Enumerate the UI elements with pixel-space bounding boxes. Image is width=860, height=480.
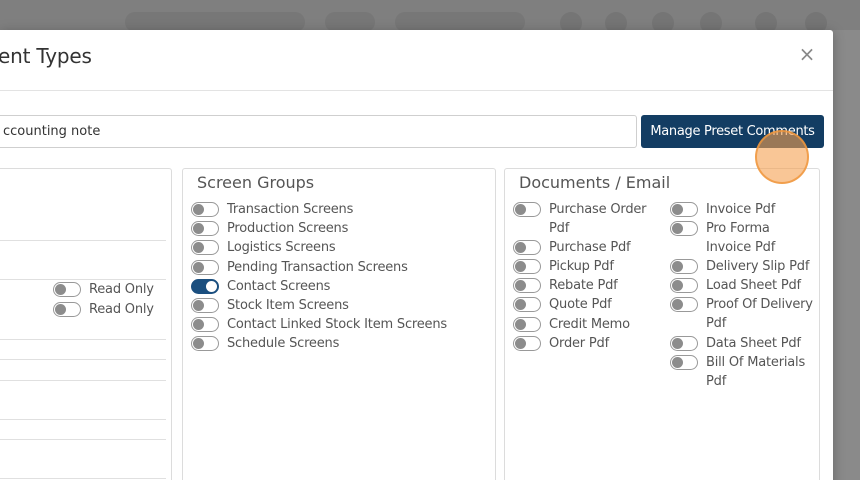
divider — [0, 359, 166, 360]
toggle-label: Load Sheet Pdf — [706, 278, 801, 293]
document-item-row[interactable]: Bill Of Materials Pdf — [670, 353, 815, 391]
document-item-row[interactable]: Delivery Slip Pdf — [670, 257, 815, 276]
click-indicator — [755, 130, 809, 184]
document-item-row[interactable]: Pro Forma Invoice Pdf — [670, 219, 815, 257]
toggle-label: Purchase Pdf — [549, 240, 631, 255]
toggle-label: Schedule Screens — [227, 336, 340, 352]
comment-types-dialog: ent Types × Manage Preset Comments Read … — [0, 30, 833, 480]
screen-group-item-row[interactable]: Logistics Screens — [191, 238, 336, 257]
document-item-row[interactable]: Load Sheet Pdf — [670, 276, 815, 295]
document-item-row[interactable]: Pickup Pdf — [513, 257, 663, 276]
document-item-row[interactable]: Order Pdf — [513, 334, 663, 353]
background-app-bar — [0, 0, 860, 34]
screen-group-item-toggle[interactable] — [191, 278, 219, 294]
read-only-toggle-row[interactable]: Read Only — [53, 300, 154, 319]
document-item-row[interactable]: Data Sheet Pdf — [670, 334, 815, 353]
background-nav-item — [395, 12, 525, 32]
toggle-label: Contact Linked Stock Item Screens — [227, 317, 447, 333]
document-item-toggle[interactable] — [670, 278, 698, 293]
divider — [0, 419, 166, 420]
panel-title: Screen Groups — [197, 173, 315, 192]
document-item-toggle[interactable] — [670, 202, 698, 217]
close-icon[interactable]: × — [795, 42, 819, 66]
screen-group-item-toggle[interactable] — [191, 259, 219, 275]
screen-group-item-toggle[interactable] — [191, 298, 219, 313]
toggle-label: Credit Memo — [549, 317, 630, 332]
toggle-label: Bill Of Materials Pdf — [706, 355, 806, 389]
toggle-label: Quote Pdf — [549, 297, 612, 312]
toggle-label: Order Pdf — [549, 336, 609, 351]
screen-group-item-row[interactable]: Production Screens — [191, 219, 348, 238]
background-nav-item — [125, 12, 305, 32]
document-item-toggle[interactable] — [513, 240, 541, 255]
document-item-row[interactable]: Invoice Pdf — [670, 200, 815, 219]
screen-group-item-toggle[interactable] — [191, 221, 219, 237]
comment-type-name-input[interactable] — [0, 115, 637, 148]
toggle-label: Transaction Screens — [227, 202, 354, 217]
toggle-label: Logistics Screens — [227, 240, 336, 256]
read-only-toggle[interactable] — [53, 282, 81, 297]
panel-title: Documents / Email — [519, 173, 671, 192]
read-only-toggle[interactable] — [53, 302, 81, 317]
toggle-label: Rebate Pdf — [549, 278, 618, 293]
read-only-toggle-row[interactable]: Read Only — [53, 280, 154, 299]
documents-email-panel: Documents / Email Purchase Order Pdf Purc… — [504, 168, 820, 480]
toggle-label: Invoice Pdf — [706, 202, 776, 217]
screen-group-item-row[interactable]: Pending Transaction Screens — [191, 258, 408, 277]
toggle-label: Read Only — [89, 282, 154, 297]
document-item-toggle[interactable] — [513, 259, 541, 274]
toggle-label: Proof Of Delivery Pdf — [706, 297, 813, 331]
document-item-toggle[interactable] — [513, 278, 541, 293]
document-item-row[interactable]: Quote Pdf — [513, 295, 663, 314]
document-item-toggle[interactable] — [513, 336, 541, 351]
screen-group-item-row[interactable]: Contact Linked Stock Item Screens — [191, 315, 447, 334]
toggle-label: Pickup Pdf — [549, 259, 614, 274]
screen-group-item-toggle[interactable] — [191, 317, 219, 333]
divider — [0, 240, 166, 241]
divider — [0, 478, 166, 479]
document-item-toggle[interactable] — [670, 336, 698, 351]
divider — [0, 439, 166, 440]
divider — [0, 380, 166, 381]
document-item-row[interactable]: Purchase Pdf — [513, 238, 663, 257]
toggle-label: Delivery Slip Pdf — [706, 259, 810, 274]
document-item-toggle[interactable] — [670, 259, 698, 274]
toggle-label: Pending Transaction Screens — [227, 259, 408, 275]
screen-group-item-toggle[interactable] — [191, 336, 219, 352]
screen-groups-panel: Screen Groups Transaction Screens Product… — [182, 168, 496, 480]
document-item-toggle[interactable] — [670, 297, 698, 312]
screen-group-item-row[interactable]: Schedule Screens — [191, 334, 339, 353]
divider — [0, 339, 166, 340]
background-nav-item — [325, 12, 375, 32]
document-item-row[interactable]: Purchase Order Pdf — [513, 200, 663, 238]
toggle-label: Read Only — [89, 302, 154, 317]
dialog-header: ent Types × — [0, 30, 833, 91]
document-item-toggle[interactable] — [513, 202, 541, 217]
screen-group-item-toggle[interactable] — [191, 202, 219, 217]
toggle-label: Stock Item Screens — [227, 298, 349, 313]
document-item-toggle[interactable] — [670, 221, 698, 236]
screen-group-item-row[interactable]: Transaction Screens — [191, 200, 353, 219]
toggle-label: Contact Screens — [227, 278, 331, 294]
permissions-panel: Read Only Read Only — [0, 168, 172, 480]
document-item-row[interactable]: Proof Of Delivery Pdf — [670, 295, 815, 333]
document-item-toggle[interactable] — [513, 297, 541, 312]
document-item-row[interactable]: Rebate Pdf — [513, 276, 663, 295]
screen-group-item-row[interactable]: Contact Screens — [191, 277, 330, 296]
toggle-label: Production Screens — [227, 221, 349, 237]
dialog-title: ent Types — [0, 44, 92, 68]
toggle-label: Purchase Order Pdf — [549, 202, 647, 236]
document-item-toggle[interactable] — [513, 317, 541, 332]
screen-group-item-toggle[interactable] — [191, 240, 219, 256]
toggle-label: Data Sheet Pdf — [706, 336, 801, 351]
toggle-label: Pro Forma Invoice Pdf — [706, 221, 776, 255]
document-item-toggle[interactable] — [670, 355, 698, 370]
document-item-row[interactable]: Credit Memo — [513, 315, 663, 334]
screen-group-item-row[interactable]: Stock Item Screens — [191, 296, 349, 315]
